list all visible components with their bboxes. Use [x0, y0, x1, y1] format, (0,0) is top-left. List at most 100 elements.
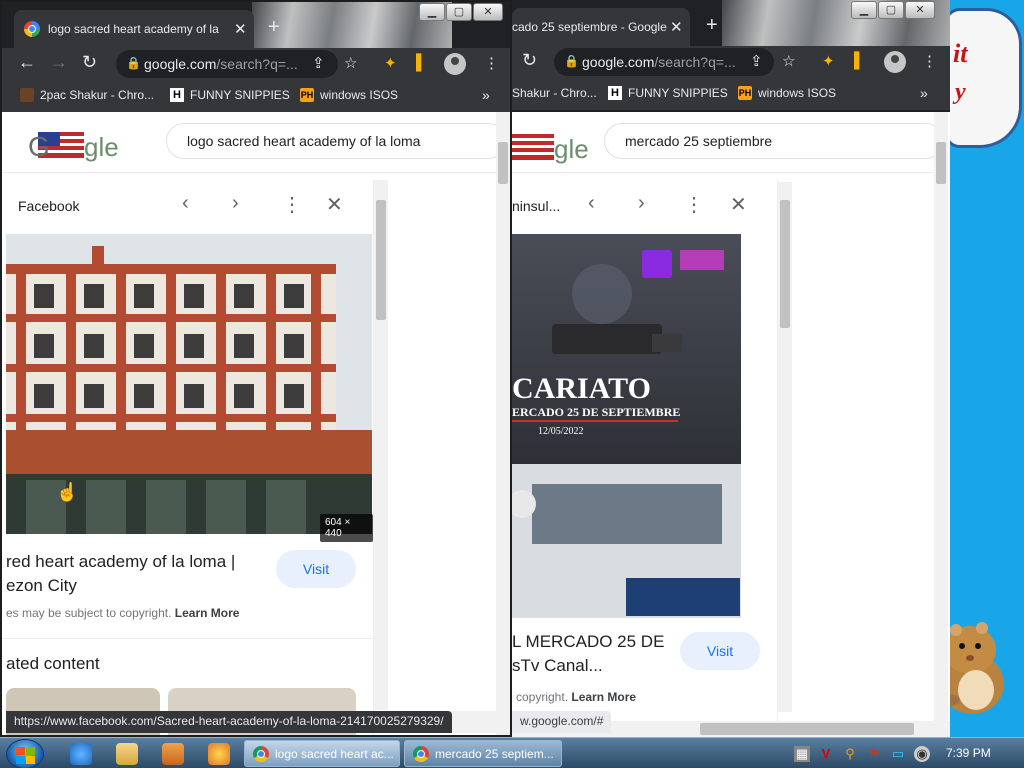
visit-button[interactable]: Visit — [680, 632, 760, 670]
internet-explorer-icon[interactable] — [70, 743, 92, 765]
bookmark-star-icon[interactable]: ☆ — [782, 52, 795, 70]
forward-arrow-icon[interactable]: → — [50, 52, 68, 73]
maximize-icon[interactable]: ▢ — [446, 3, 472, 21]
result-title[interactable]: red heart academy of la loma | ezon City — [6, 550, 266, 598]
bookmark-2pac[interactable]: Shakur - Chro... — [512, 86, 597, 100]
browser-tab-active[interactable]: logo sacred heart academy of la — [14, 10, 254, 48]
google-doodle-logo[interactable]: G gle — [28, 126, 128, 164]
copyright-notice: copyright. Learn More — [516, 690, 636, 704]
prev-chevron-icon[interactable]: ‹ — [182, 192, 189, 215]
bookmark-2pac[interactable]: 2pac Shakur - Chro... — [20, 88, 154, 102]
close-panel-icon[interactable]: ✕ — [730, 192, 747, 217]
side-panel-icon[interactable]: ▌ — [854, 52, 865, 69]
panel-scrollbar[interactable] — [778, 182, 792, 712]
copyright-notice: es may be subject to copyright. Learn Mo… — [6, 606, 239, 620]
side-panel-icon[interactable]: ▌ — [416, 54, 427, 71]
taskbar-button-chrome-2[interactable]: mercado 25 septiem... — [404, 740, 562, 767]
reload-icon[interactable]: ↻ — [82, 52, 97, 73]
taskbar-clock[interactable]: 7:39 PM — [946, 746, 991, 760]
more-menu-icon[interactable]: ⋮ — [922, 52, 937, 70]
tray-display-icon[interactable]: ▭ — [890, 746, 906, 762]
page-scrollbar[interactable] — [496, 112, 510, 735]
search-input[interactable]: logo sacred heart academy of la loma — [166, 123, 506, 159]
bookmarks-overflow-icon[interactable]: » — [920, 85, 928, 101]
h-scroll-thumb[interactable] — [700, 723, 914, 735]
maximize-icon[interactable]: ▢ — [878, 1, 904, 19]
prev-chevron-icon[interactable]: ‹ — [588, 192, 595, 215]
google-favicon — [24, 21, 40, 37]
bubble-text: it — [953, 39, 968, 68]
tab-close-icon[interactable]: ✕ — [670, 18, 683, 36]
tray-network-icon[interactable]: ▦ — [794, 746, 810, 762]
search-query: logo sacred heart academy of la loma — [187, 133, 421, 149]
bookmark-star-icon[interactable]: ☆ — [344, 54, 357, 72]
profile-avatar-icon[interactable] — [884, 51, 906, 73]
extensions-puzzle-icon[interactable]: ✦ — [822, 52, 835, 70]
poster-text-date: 12/05/2022 — [538, 426, 584, 437]
title-bar[interactable]: cado 25 septiembre - Google ✕ + ▁ ▢ ✕ — [512, 0, 950, 46]
scroll-thumb[interactable] — [376, 200, 386, 320]
next-chevron-icon[interactable]: › — [638, 192, 645, 215]
taskbar-button-chrome-1[interactable]: logo sacred heart ac... — [244, 740, 400, 767]
image-preview-panel: Facebook ‹ › ⋮ ✕ 604 × 440 red heart aca… — [2, 180, 374, 735]
address-bar[interactable]: 🔒 google.com/search?q=... — [554, 48, 774, 76]
scroll-thumb[interactable] — [936, 142, 946, 184]
paint-icon[interactable] — [208, 743, 230, 765]
next-chevron-icon[interactable]: › — [232, 192, 239, 215]
browser-window-right[interactable]: cado 25 septiembre - Google ✕ + ▁ ▢ ✕ ↻ … — [512, 0, 950, 737]
bookmark-funny-snippies[interactable]: H FUNNY SNIPPIES — [170, 88, 290, 102]
google-doodle-logo[interactable]: gle — [512, 128, 598, 166]
tab-close-icon[interactable]: ✕ — [234, 20, 247, 38]
tray-search-icon[interactable]: ⚲ — [842, 746, 858, 762]
new-tab-icon[interactable]: + — [268, 16, 280, 39]
close-window-icon[interactable]: ✕ — [473, 3, 503, 21]
share-icon[interactable]: ⇪ — [312, 54, 325, 72]
h-scrollbar-stub[interactable] — [450, 711, 510, 733]
visit-button[interactable]: Visit — [276, 550, 356, 588]
back-arrow-icon[interactable]: ← — [18, 52, 36, 73]
tray-flag-icon[interactable]: ⚑ — [866, 746, 882, 762]
more-menu-icon[interactable]: ⋮ — [484, 54, 499, 72]
panel-scrollbar[interactable] — [374, 180, 388, 710]
panel-source[interactable]: Facebook — [18, 198, 79, 214]
more-vert-icon[interactable]: ⋮ — [684, 192, 704, 217]
title-bar[interactable]: logo sacred heart academy of la ✕ + ▁ ▢ … — [2, 2, 510, 48]
page-scrollbar[interactable] — [934, 112, 948, 737]
h-favicon-icon: H — [170, 88, 184, 102]
bookmark-funny-snippies[interactable]: H FUNNY SNIPPIES — [608, 86, 728, 100]
more-vert-icon[interactable]: ⋮ — [282, 192, 302, 217]
bookmarks-overflow-icon[interactable]: » — [482, 87, 490, 103]
result-title[interactable]: L MERCADO 25 DE sTv Canal... — [512, 630, 682, 678]
extensions-puzzle-icon[interactable]: ✦ — [384, 54, 397, 72]
bookmark-windows-isos[interactable]: PH windows ISOS — [738, 86, 836, 100]
result-title-line2: ezon City — [6, 576, 77, 595]
file-explorer-icon[interactable] — [116, 743, 138, 765]
windows-taskbar: logo sacred heart ac... mercado 25 septi… — [0, 737, 1024, 768]
tray-volume-icon[interactable]: ◉ — [914, 746, 930, 762]
panel-source[interactable]: ninsul... — [512, 198, 560, 214]
browser-tab-active[interactable]: cado 25 septiembre - Google — [512, 8, 690, 46]
address-bar[interactable]: 🔒 google.com/search?q=... — [116, 50, 338, 78]
close-panel-icon[interactable]: ✕ — [326, 192, 343, 217]
minimize-icon[interactable]: ▁ — [851, 1, 877, 19]
bookmark-windows-isos[interactable]: PH windows ISOS — [300, 88, 398, 102]
share-icon[interactable]: ⇪ — [750, 52, 763, 70]
profile-avatar-icon[interactable] — [444, 53, 466, 75]
browser-window-left[interactable]: logo sacred heart academy of la ✕ + ▁ ▢ … — [0, 0, 512, 737]
media-player-icon[interactable] — [162, 743, 184, 765]
ph-favicon-icon: PH — [738, 86, 752, 100]
close-window-icon[interactable]: ✕ — [905, 1, 935, 19]
scroll-thumb[interactable] — [498, 142, 508, 184]
preview-image-poster[interactable]: CARIATO ERCADO 25 DE SEPTIEMBRE 12/05/20… — [512, 234, 741, 618]
search-input[interactable]: mercado 25 septiembre — [604, 123, 944, 159]
panel-header: Facebook ‹ › ⋮ ✕ — [2, 180, 373, 232]
scroll-thumb[interactable] — [780, 200, 790, 328]
new-tab-icon[interactable]: + — [706, 14, 718, 37]
start-button[interactable] — [6, 739, 44, 768]
learn-more-link[interactable]: Learn More — [571, 690, 636, 704]
minimize-icon[interactable]: ▁ — [419, 3, 445, 21]
reload-icon[interactable]: ↻ — [522, 50, 537, 71]
learn-more-link[interactable]: Learn More — [175, 606, 240, 620]
chrome-icon — [253, 746, 269, 762]
tray-v-icon[interactable]: V — [818, 746, 834, 762]
